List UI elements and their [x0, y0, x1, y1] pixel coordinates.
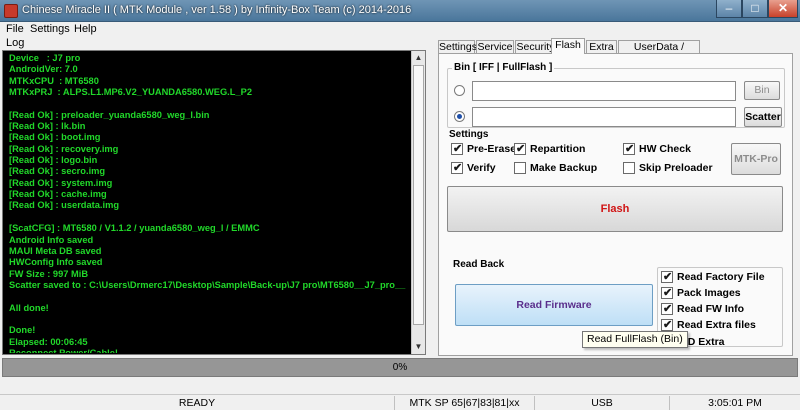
tab-service[interactable]: Service	[476, 40, 514, 54]
scatter-radio[interactable]	[454, 111, 465, 122]
menu-help[interactable]: Help	[74, 23, 97, 35]
log-scroll-thumb[interactable]	[413, 65, 424, 325]
title-bar[interactable]: Chinese Miracle II ( MTK Module , ver 1.…	[0, 0, 800, 22]
scatter-button[interactable]: Scatter	[744, 107, 782, 127]
log-line: MTKxCPU : MT6580	[9, 75, 99, 86]
log-line: [Read Ok] : userdata.img	[9, 200, 120, 211]
log-line: [Read Ok] : cache.img	[9, 189, 107, 200]
read-fullflash-tooltip: Read FullFlash (Bin)	[582, 331, 688, 348]
log-line: [Read Ok] : preloader_yuanda6580_weg_l.b…	[9, 109, 210, 120]
log-line: Reconnect Power/Cable!	[9, 347, 119, 353]
tab-userdata-forensic[interactable]: UserData / Forensic	[618, 40, 700, 66]
log-line: FW Size : 997 MiB	[9, 268, 89, 279]
tab-settings[interactable]: Settings	[438, 40, 477, 54]
tab-security[interactable]: Security	[515, 40, 556, 54]
status-port: USB	[535, 396, 670, 410]
log-scrollbar[interactable]: ▲ ▼	[411, 51, 425, 354]
menu-file[interactable]: File	[6, 23, 24, 35]
progress-text: 0%	[392, 362, 408, 373]
app-icon	[4, 4, 18, 18]
flash-tab-page: Bin [ IFF | FullFlash ] Bin Scatter Sett…	[438, 53, 793, 356]
flash-button[interactable]: Flash	[447, 186, 783, 232]
bin-group-title: Bin [ IFF | FullFlash ]	[452, 62, 555, 73]
status-time: 3:05:01 PM	[708, 397, 762, 409]
settings-group: Settings Pre-Erase Repartition HW Check …	[447, 129, 785, 179]
tab-extra[interactable]: Extra	[586, 40, 617, 54]
status-state: READY	[0, 396, 395, 410]
log-line: [Read Ok] : boot.img	[9, 132, 101, 143]
log-line: Android Info saved	[9, 234, 94, 245]
status-mtk-sp: MTK SP 65|67|83|81|xx	[395, 396, 535, 410]
log-text[interactable]: Device : J7 pro AndroidVer: 7.0 MTKxCPU : …	[9, 53, 413, 353]
settings-group-title: Settings	[449, 129, 489, 140]
log-line: AndroidVer: 7.0	[9, 64, 78, 75]
log-line: [Read Ok] : system.img	[9, 177, 113, 188]
log-line: MAUI Meta DB saved	[9, 245, 102, 256]
app-window: Chinese Miracle II ( MTK Module , ver 1.…	[0, 0, 800, 410]
log-line: [Read Ok] : lk.bin	[9, 121, 86, 132]
log-line: [Read Ok] : logo.bin	[9, 155, 98, 166]
log-line: [Read Ok] : secro.img	[9, 166, 106, 177]
log-line: All done!	[9, 302, 49, 313]
readback-group-title: Read Back	[453, 259, 505, 270]
log-line: Device : J7 pro	[9, 53, 81, 63]
scroll-up-arrow-icon[interactable]: ▲	[412, 51, 425, 65]
log-line: Done!	[9, 325, 36, 336]
bin-button[interactable]: Bin	[744, 81, 780, 100]
log-line: [ScatCFG] : MT6580 / V1.1.2 / yuanda6580…	[9, 223, 260, 234]
log-label: Log	[6, 37, 25, 49]
menu-bar: File Settings Help	[0, 22, 800, 36]
log-line: MTKxPRJ : ALPS.L1.MP6.V2_YUANDA6580.WEG.…	[9, 87, 252, 98]
scroll-down-arrow-icon[interactable]: ▼	[412, 340, 425, 354]
menu-settings[interactable]: Settings	[30, 23, 70, 35]
close-button[interactable]: ✕	[768, 0, 798, 18]
bin-radio[interactable]	[454, 85, 465, 96]
log-panel: Device : J7 pro AndroidVer: 7.0 MTKxCPU : …	[2, 50, 426, 355]
bin-group: Bin [ IFF | FullFlash ] Bin Scatter	[447, 62, 785, 128]
progress-bar: 0%	[2, 358, 798, 377]
log-line: [Read Ok] : recovery.img	[9, 143, 119, 154]
log-line: HWConfig Info saved	[9, 257, 103, 268]
bin-path-field[interactable]	[472, 81, 736, 101]
window-title: Chinese Miracle II ( MTK Module , ver 1.…	[22, 4, 412, 16]
mtk-pro-button[interactable]: MTK-Pro	[731, 143, 781, 175]
scatter-path-field[interactable]	[472, 107, 736, 127]
status-bar: READY MTK SP 65|67|83|81|xx USB 3:05:01 …	[0, 394, 800, 410]
log-line: Elapsed: 00:06:45	[9, 336, 88, 347]
read-firmware-button[interactable]: Read Firmware	[455, 284, 653, 326]
log-line: Scatter saved to : C:\Users\Drmerc17\Des…	[9, 279, 406, 290]
maximize-button[interactable]: □	[742, 0, 768, 18]
tab-flash[interactable]: Flash	[551, 38, 585, 54]
minimize-button[interactable]: –	[716, 0, 742, 18]
